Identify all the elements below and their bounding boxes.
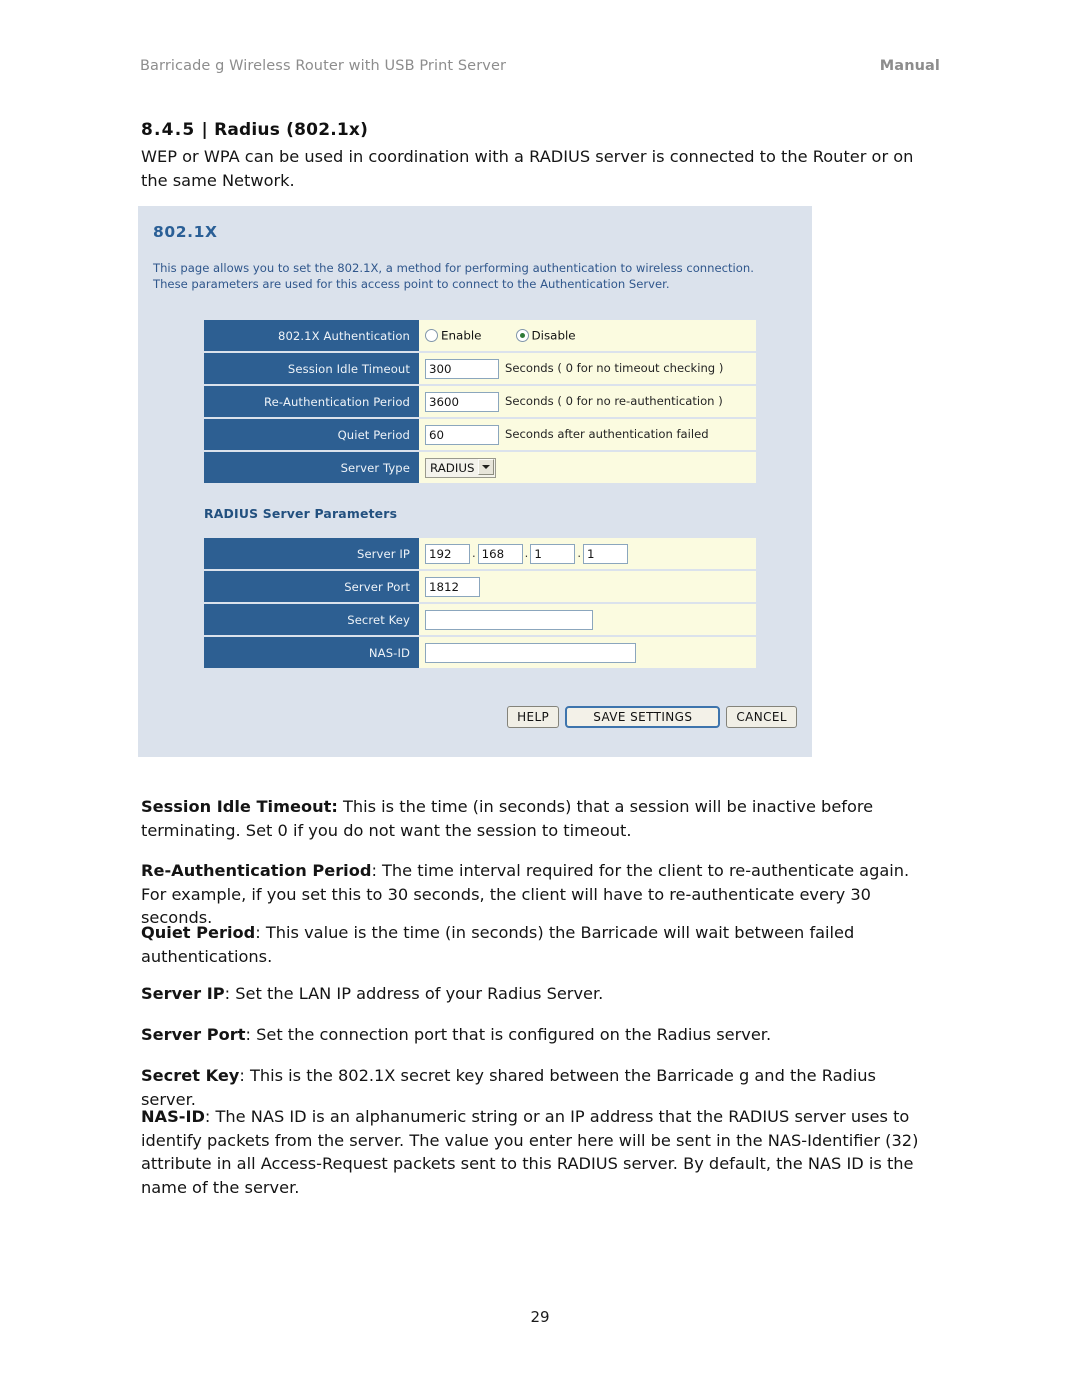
field-server-port: 1812 (419, 571, 756, 602)
text-secret-key: : This is the 802.1X secret key shared b… (141, 1066, 876, 1109)
server-port-input[interactable]: 1812 (425, 576, 480, 597)
table-row-nas-id: NAS-ID (204, 637, 756, 668)
field-session-idle-timeout: 300 Seconds ( 0 for no timeout checking ) (419, 353, 756, 384)
server-type-selected-value: RADIUS (430, 460, 475, 475)
term-reauthentication-period: Re-Authentication Period (141, 861, 372, 881)
section-intro-paragraph: WEP or WPA can be used in coordination w… (141, 147, 914, 190)
section-heading: 8.4.5 | Radius (802.1x) (141, 120, 368, 140)
table-row-server-ip: Server IP 192. 168. 1. 1 (204, 538, 756, 569)
label-session-idle-timeout: Session Idle Timeout (204, 353, 419, 384)
label-server-type: Server Type (204, 452, 419, 483)
radio-disable-label: Disable (531, 328, 576, 343)
radio-option-disable[interactable]: Disable (515, 328, 576, 343)
label-secret-key: Secret Key (204, 604, 419, 635)
term-secret-key: Secret Key (141, 1066, 240, 1086)
table-row-session-idle-timeout: Session Idle Timeout 300 Seconds ( 0 for … (204, 353, 756, 384)
session-idle-timeout-input[interactable]: 300 (425, 358, 499, 379)
server-ip-separator-1: . (472, 546, 476, 560)
reauthentication-period-input[interactable]: 3600 (425, 391, 499, 412)
radius-server-parameters-heading: RADIUS Server Parameters (204, 506, 398, 521)
term-nas-id: NAS-ID (141, 1107, 205, 1127)
label-server-ip: Server IP (204, 538, 419, 569)
label-nas-id: NAS-ID (204, 637, 419, 668)
field-server-ip: 192. 168. 1. 1 (419, 538, 756, 569)
radio-group-authentication: Enable Disable (425, 327, 576, 344)
description-nas-id: NAS-ID: The NAS ID is an alphanumeric st… (141, 1105, 936, 1199)
server-ip-octet-3-input[interactable]: 1 (530, 543, 576, 564)
panel-description: This page allows you to set the 802.1X, … (153, 261, 754, 291)
table-row-reauthentication-period: Re-Authentication Period 3600 Seconds ( 0… (204, 386, 756, 417)
chevron-down-icon[interactable] (478, 459, 495, 475)
page-number: 29 (530, 1308, 550, 1326)
section-number: 8.4.5 (141, 120, 196, 140)
table-row-secret-key: Secret Key (204, 604, 756, 635)
panel-button-row: HELP SAVE SETTINGS CANCEL (507, 706, 797, 728)
term-session-idle-timeout: Session Idle Timeout: (141, 797, 338, 817)
page-running-head: Barricade g Wireless Router with USB Pri… (140, 58, 940, 74)
server-ip-octet-2-input[interactable]: 168 (477, 543, 523, 564)
server-ip-separator-3: . (577, 546, 581, 560)
server-type-select[interactable]: RADIUS (425, 457, 497, 478)
reauthentication-period-hint: Seconds ( 0 for no re-authentication ) (505, 394, 723, 408)
field-802-1x-authentication: Enable Disable (419, 320, 756, 351)
quiet-period-input[interactable]: 60 (425, 424, 499, 445)
field-quiet-period: 60 Seconds after authentication failed (419, 419, 756, 450)
table-row-802-1x-authentication: 802.1X Authentication Enable Disable (204, 320, 756, 351)
section-separator: | (201, 120, 208, 140)
field-nas-id (419, 637, 756, 668)
description-server-ip: Server IP: Set the LAN IP address of you… (141, 982, 936, 1006)
term-server-ip: Server IP (141, 984, 225, 1004)
radio-enable-label: Enable (441, 328, 482, 343)
field-reauthentication-period: 3600 Seconds ( 0 for no re-authentication… (419, 386, 756, 417)
cancel-button[interactable]: CANCEL (726, 706, 797, 728)
running-head-right: Manual (879, 58, 940, 74)
description-reauthentication-period: Re-Authentication Period: The time inter… (141, 859, 936, 930)
description-server-port: Server Port: Set the connection port tha… (141, 1023, 936, 1047)
field-server-type: RADIUS (419, 452, 756, 483)
radio-enable-icon[interactable] (425, 329, 438, 343)
settings-table-radius: Server IP 192. 168. 1. 1 Server Port 1812 S… (204, 536, 756, 670)
section-title: Radius (802.1x) (214, 120, 369, 140)
description-session-idle-timeout: Session Idle Timeout: This is the time (… (141, 795, 936, 842)
server-ip-octet-1-input[interactable]: 192 (425, 543, 470, 564)
server-ip-octet-4-input[interactable]: 1 (582, 543, 628, 564)
running-head-left: Barricade g Wireless Router with USB Pri… (140, 58, 507, 74)
text-nas-id: : The NAS ID is an alphanumeric string o… (141, 1107, 919, 1197)
term-quiet-period: Quiet Period (141, 923, 256, 943)
radio-disable-icon[interactable] (515, 329, 529, 343)
settings-table-main: 802.1X Authentication Enable Disable Ses… (204, 318, 756, 485)
text-server-ip: : Set the LAN IP address of your Radius … (224, 984, 604, 1004)
table-row-quiet-period: Quiet Period 60 Seconds after authenticat… (204, 419, 756, 450)
label-reauthentication-period: Re-Authentication Period (204, 386, 419, 417)
nas-id-input[interactable] (425, 642, 636, 663)
term-server-port: Server Port (141, 1025, 246, 1045)
label-quiet-period: Quiet Period (204, 419, 419, 450)
description-quiet-period: Quiet Period: This value is the time (in… (141, 921, 936, 968)
field-secret-key (419, 604, 756, 635)
session-idle-timeout-hint: Seconds ( 0 for no timeout checking ) (505, 361, 724, 375)
text-server-port: : Set the connection port that is config… (245, 1025, 772, 1045)
router-admin-panel-screenshot: 802.1X This page allows you to set the 8… (138, 206, 812, 757)
radio-option-enable[interactable]: Enable (425, 328, 482, 343)
save-settings-button[interactable]: SAVE SETTINGS (565, 706, 721, 728)
table-row-server-port: Server Port 1812 (204, 571, 756, 602)
label-server-port: Server Port (204, 571, 419, 602)
label-802-1x-authentication: 802.1X Authentication (204, 320, 419, 351)
description-secret-key: Secret Key: This is the 802.1X secret ke… (141, 1064, 936, 1111)
help-button[interactable]: HELP (507, 706, 560, 728)
panel-title: 802.1X (153, 223, 218, 241)
quiet-period-hint: Seconds after authentication failed (505, 427, 709, 441)
server-ip-separator-2: . (524, 546, 529, 560)
secret-key-input[interactable] (425, 609, 593, 630)
table-row-server-type: Server Type RADIUS (204, 452, 756, 483)
